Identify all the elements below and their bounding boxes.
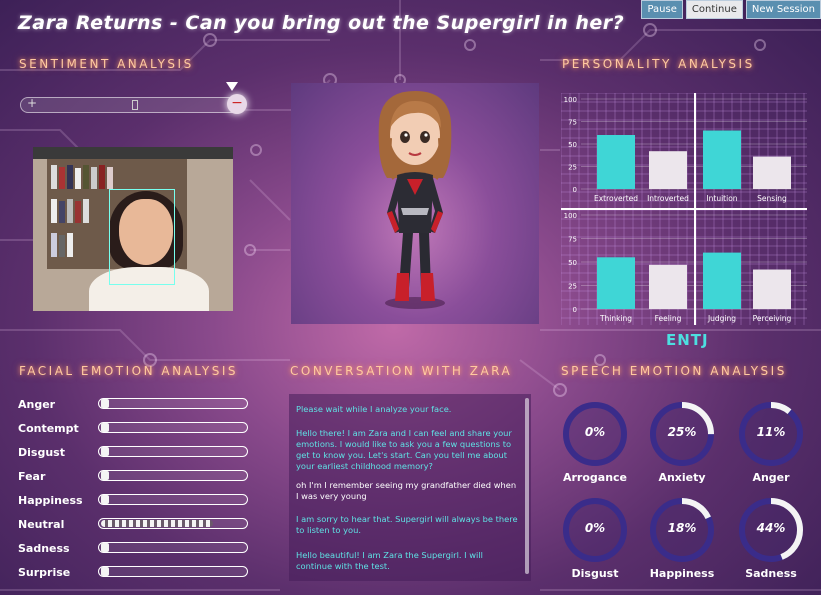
gauge-value: 0% xyxy=(584,425,606,439)
gauge-label: Anxiety xyxy=(658,471,706,484)
conversation-title: CONVERSATION WITH ZARA xyxy=(290,364,513,378)
emotion-bar xyxy=(98,542,248,553)
gauge-label: Anger xyxy=(752,471,790,484)
bar-perceiving xyxy=(753,269,791,309)
personality-result: ENTJ xyxy=(666,331,709,349)
gauge-value: 25% xyxy=(667,425,697,439)
pause-button[interactable]: Pause xyxy=(641,0,683,19)
sentiment-title: SENTIMENT ANALYSIS xyxy=(19,57,194,71)
conversation-scrollbar[interactable] xyxy=(525,398,529,574)
emotion-label: Neutral xyxy=(18,518,65,531)
emotion-bar xyxy=(98,422,248,433)
gauge-value: 11% xyxy=(756,425,786,439)
emotion-bar xyxy=(98,518,248,529)
gauge-value: 44% xyxy=(756,521,786,535)
supergirl-avatar xyxy=(378,91,452,309)
gauge-arrogance: 0% Arrogance xyxy=(560,399,630,484)
facial-emotion-title: FACIAL EMOTION ANALYSIS xyxy=(19,364,239,378)
y-tick-label: 75 xyxy=(568,119,577,127)
personality-title: PERSONALITY ANALYSIS xyxy=(562,57,755,71)
new-session-button[interactable]: New Session xyxy=(745,0,821,19)
session-controls: Pause Continue New Session xyxy=(641,0,821,19)
y-tick-label: 0 xyxy=(573,306,577,314)
user-message: oh I'm I remember seeing my grandfather … xyxy=(296,480,517,501)
sentiment-plus-label: + xyxy=(27,96,38,110)
emotion-bar xyxy=(98,566,248,577)
bar-judging xyxy=(703,252,741,309)
x-tick-label: Judging xyxy=(707,314,736,323)
personality-chart: 100 75 50 25 0 Extroverted Introverted Intuitio… xyxy=(561,93,807,325)
y-tick-label: 50 xyxy=(568,141,577,149)
emotion-label: Disgust xyxy=(18,446,65,459)
emotion-bar-fill xyxy=(101,423,109,432)
gauge-label: Sadness xyxy=(745,567,797,580)
emotion-bar-fill xyxy=(101,495,109,504)
emotion-bar-fill xyxy=(101,471,109,480)
zara-message: Hello beautiful! I am Zara the Supergirl… xyxy=(296,550,483,571)
emotion-label: Contempt xyxy=(18,422,79,435)
gauge-happiness: 18% Happiness xyxy=(647,495,717,580)
zara-message: Please wait while I analyze your face. xyxy=(296,404,452,414)
zara-message: Hello there! I am Zara and I can feel an… xyxy=(296,428,512,471)
bar-thinking xyxy=(597,257,635,309)
x-tick-label: Intuition xyxy=(706,194,737,203)
emotion-label: Happiness xyxy=(18,494,83,507)
y-tick-label: 0 xyxy=(573,186,577,194)
emotion-bar-fill xyxy=(101,399,109,408)
gauge-label: Disgust xyxy=(571,567,619,580)
emotion-bar xyxy=(98,398,248,409)
emotion-bar-fill xyxy=(101,520,213,527)
bar-sensing xyxy=(753,156,791,189)
sentiment-slider[interactable]: + − xyxy=(20,94,247,114)
x-tick-label: Feeling xyxy=(655,314,682,323)
speech-emotion-title: SPEECH EMOTION ANALYSIS xyxy=(561,364,787,378)
x-tick-label: Sensing xyxy=(757,194,787,203)
emotion-label: Anger xyxy=(18,398,56,411)
face-detection-box xyxy=(109,189,175,285)
emotion-bar-fill xyxy=(101,543,109,552)
emotion-label: Fear xyxy=(18,470,46,483)
x-tick-label: Perceiving xyxy=(753,314,792,323)
conversation-log[interactable]: Please wait while I analyze your face. He… xyxy=(289,394,531,581)
bar-intuition xyxy=(703,130,741,189)
y-tick-label: 25 xyxy=(568,164,577,172)
webcam-feed xyxy=(33,147,233,311)
gauge-anger: 11% Anger xyxy=(736,399,806,484)
emotion-bar-fill xyxy=(101,447,109,456)
gauge-sadness: 44% Sadness xyxy=(736,495,806,580)
y-tick-label: 25 xyxy=(568,283,577,291)
emotion-label: Surprise xyxy=(18,566,71,579)
sentiment-center-mark xyxy=(132,100,138,110)
gauge-label: Arrogance xyxy=(562,471,628,484)
x-tick-label: Extroverted xyxy=(594,194,638,203)
emotion-bar xyxy=(98,446,248,457)
emotion-label: Sadness xyxy=(18,542,70,555)
gauge-value: 0% xyxy=(584,521,606,535)
gauge-disgust: 0% Disgust xyxy=(560,495,630,580)
y-tick-label: 100 xyxy=(564,212,577,220)
bar-feeling xyxy=(649,264,687,309)
emotion-bar xyxy=(98,470,248,481)
sentiment-pointer-icon xyxy=(226,82,238,91)
bar-introverted xyxy=(649,151,687,189)
y-tick-label: 100 xyxy=(564,96,577,104)
webcam-header-bar xyxy=(33,147,233,159)
continue-button[interactable]: Continue xyxy=(685,0,743,19)
y-tick-label: 50 xyxy=(568,259,577,267)
avatar-panel xyxy=(291,83,539,324)
x-tick-label: Introverted xyxy=(647,194,689,203)
gauge-anxiety: 25% Anxiety xyxy=(647,399,717,484)
emotion-bar-fill xyxy=(101,567,109,576)
bar-extroverted xyxy=(597,135,635,189)
y-tick-label: 75 xyxy=(568,236,577,244)
zara-message: I am sorry to hear that. Supergirl will … xyxy=(296,514,518,535)
sentiment-slider-knob[interactable]: − xyxy=(227,94,247,114)
gauge-label: Happiness xyxy=(649,567,715,580)
gauge-value: 18% xyxy=(667,521,697,535)
x-tick-label: Thinking xyxy=(599,314,632,323)
emotion-bar xyxy=(98,494,248,505)
page-title: Zara Returns - Can you bring out the Sup… xyxy=(18,12,625,34)
